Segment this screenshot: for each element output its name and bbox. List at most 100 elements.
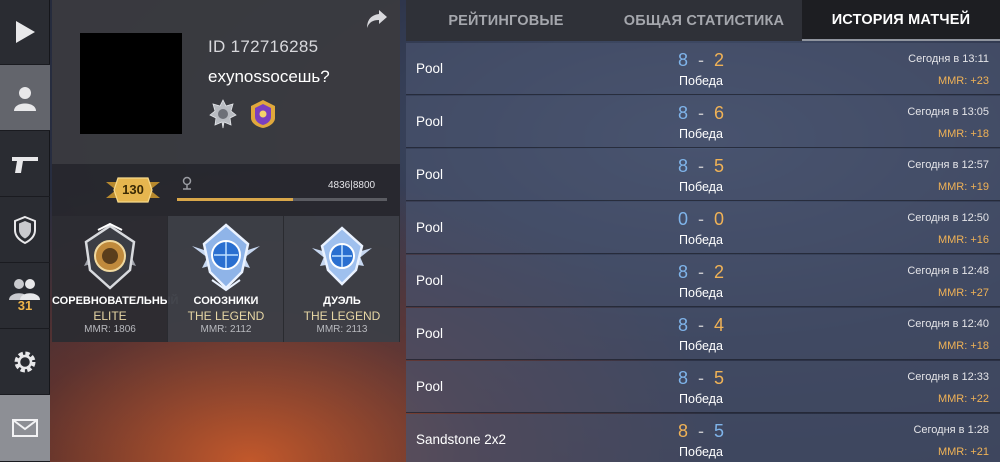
match-score: 8-2	[646, 50, 756, 71]
match-map: Pool	[416, 114, 444, 129]
team-b-score: 2	[714, 262, 725, 282]
rank-mode: ДУЭЛЬ	[323, 295, 361, 307]
rank-card-duel[interactable]: ДУЭЛЬ THE LEGEND MMR: 2113	[284, 216, 400, 342]
player-name: exynossocешь?	[208, 67, 330, 86]
match-mmr: MMR: +27	[937, 287, 989, 299]
play-button[interactable]	[0, 0, 50, 65]
rank-card-allies[interactable]: СОЮЗНИКИ THE LEGEND MMR: 2112	[168, 216, 284, 342]
team-b-score: 5	[714, 421, 725, 441]
weapons-button[interactable]	[0, 131, 50, 197]
match-history-list[interactable]: Pool 8-2 Победа Сегодня в 13:11 MMR: +23…	[406, 43, 1000, 462]
play-icon	[16, 21, 35, 43]
friends-button[interactable]: 31	[0, 263, 50, 329]
match-mmr: MMR: +23	[937, 75, 989, 87]
team-b-score: 0	[714, 209, 725, 229]
match-row[interactable]: Pool 8-6 Победа Сегодня в 13:05 MMR: +18	[406, 96, 1000, 148]
level-number: 130	[122, 182, 144, 197]
match-score: 8-6	[646, 103, 756, 124]
team-a-score: 8	[677, 368, 688, 388]
pass-badge-icon	[251, 100, 275, 128]
match-time: Сегодня в 1:28	[913, 424, 989, 436]
match-mmr: MMR: +22	[937, 393, 989, 405]
match-time: Сегодня в 13:11	[908, 53, 989, 65]
share-arrow-icon[interactable]	[366, 9, 388, 29]
xp-text: 4836|8800	[328, 180, 376, 191]
rank-cards: СОРЕВНОВАТЕЛЬНЫЙ ELITE MMR: 1806 СОЮЗНИК…	[52, 216, 400, 342]
match-score: 8-5	[646, 368, 756, 389]
match-row[interactable]: Pool 8-2 Победа Сегодня в 13:11 MMR: +23	[406, 43, 1000, 95]
match-row[interactable]: Pool 8-5 Победа Сегодня в 12:33 MMR: +22	[406, 361, 1000, 413]
match-row[interactable]: Pool 8-2 Победа Сегодня в 12:48 MMR: +27	[406, 255, 1000, 307]
score-separator: -	[698, 368, 704, 388]
weapon-icon	[12, 156, 38, 173]
rank-mmr: MMR: 2112	[200, 324, 252, 335]
match-time: Сегодня в 12:33	[907, 371, 989, 383]
mail-button[interactable]	[0, 395, 50, 462]
player-id: ID 172716285	[208, 37, 319, 56]
settings-button[interactable]	[0, 329, 50, 395]
xp-progress-fill	[177, 198, 293, 201]
elite-rank-icon	[78, 222, 142, 290]
rank-name: ELITE	[93, 309, 127, 323]
level-row: 130 4836|8800	[52, 164, 400, 216]
match-result: Победа	[679, 339, 723, 353]
match-result: Победа	[679, 445, 723, 459]
match-score: 8-2	[646, 262, 756, 283]
score-separator: -	[698, 103, 704, 123]
legend-rank-icon	[312, 226, 372, 286]
friends-count: 31	[17, 298, 33, 313]
team-b-score: 4	[714, 315, 725, 335]
achievement-badge-icon	[209, 99, 237, 129]
rank-name: THE LEGEND	[187, 309, 265, 323]
match-row[interactable]: Pool 0-0 Победа Сегодня в 12:50 MMR: +16	[406, 202, 1000, 254]
match-mmr: MMR: +21	[937, 446, 989, 458]
match-map: Pool	[416, 61, 444, 76]
side-nav: 31	[0, 0, 50, 462]
rank-card-competitive[interactable]: СОРЕВНОВАТЕЛЬНЫЙ ELITE MMR: 1806	[52, 216, 179, 342]
match-score: 8-4	[646, 315, 756, 336]
match-score: 0-0	[646, 209, 756, 230]
match-row[interactable]: Pool 8-5 Победа Сегодня в 12:57 MMR: +19	[406, 149, 1000, 201]
team-a-score: 8	[677, 50, 688, 70]
match-mmr: MMR: +18	[937, 340, 989, 352]
match-result: Победа	[679, 127, 723, 141]
gear-icon	[14, 351, 36, 372]
team-a-score: 8	[677, 103, 688, 123]
rank-mode: СОЮЗНИКИ	[193, 295, 259, 307]
tab-match-history[interactable]: ИСТОРИЯ МАТЧЕЙ	[802, 0, 1000, 41]
match-map: Pool	[416, 379, 444, 394]
tab-ranked[interactable]: РЕЙТИНГОВЫЕ	[406, 0, 606, 41]
team-a-score: 8	[677, 421, 688, 441]
rank-mmr: MMR: 2113	[316, 324, 368, 335]
team-a-score: 8	[677, 156, 688, 176]
score-separator: -	[698, 421, 704, 441]
match-result: Победа	[679, 233, 723, 247]
match-mmr: MMR: +18	[937, 128, 989, 140]
match-mmr: MMR: +19	[937, 181, 989, 193]
avatar[interactable]	[80, 33, 182, 134]
team-b-score: 2	[714, 50, 725, 70]
tab-overall-stats[interactable]: ОБЩАЯ СТАТИСТИКА	[606, 0, 802, 41]
match-map: Pool	[416, 273, 444, 288]
match-score: 8-5	[646, 421, 756, 442]
profile-tab-button[interactable]	[0, 65, 50, 131]
match-score: 8-5	[646, 156, 756, 177]
xp-progress-bar	[177, 198, 387, 201]
rank-mode: СОРЕВНОВАТЕЛЬНЫЙ	[52, 295, 179, 307]
clan-button[interactable]	[0, 197, 50, 263]
xp-icon	[182, 176, 192, 190]
profile-icon	[14, 86, 36, 111]
match-mmr: MMR: +16	[937, 234, 989, 246]
team-a-score: 8	[677, 262, 688, 282]
match-map: Sandstone 2x2	[416, 432, 507, 447]
match-time: Сегодня в 12:48	[907, 265, 989, 277]
match-row[interactable]: Pool 8-4 Победа Сегодня в 12:40 MMR: +18	[406, 308, 1000, 360]
mail-icon	[12, 419, 38, 437]
match-row[interactable]: Sandstone 2x2 8-5 Победа Сегодня в 1:28 …	[406, 414, 1000, 462]
clan-shield-icon	[14, 215, 36, 244]
rank-name: THE LEGEND	[303, 309, 381, 323]
match-time: Сегодня в 13:05	[907, 106, 989, 118]
score-separator: -	[698, 50, 704, 70]
match-result: Победа	[679, 180, 723, 194]
team-b-score: 5	[714, 156, 725, 176]
